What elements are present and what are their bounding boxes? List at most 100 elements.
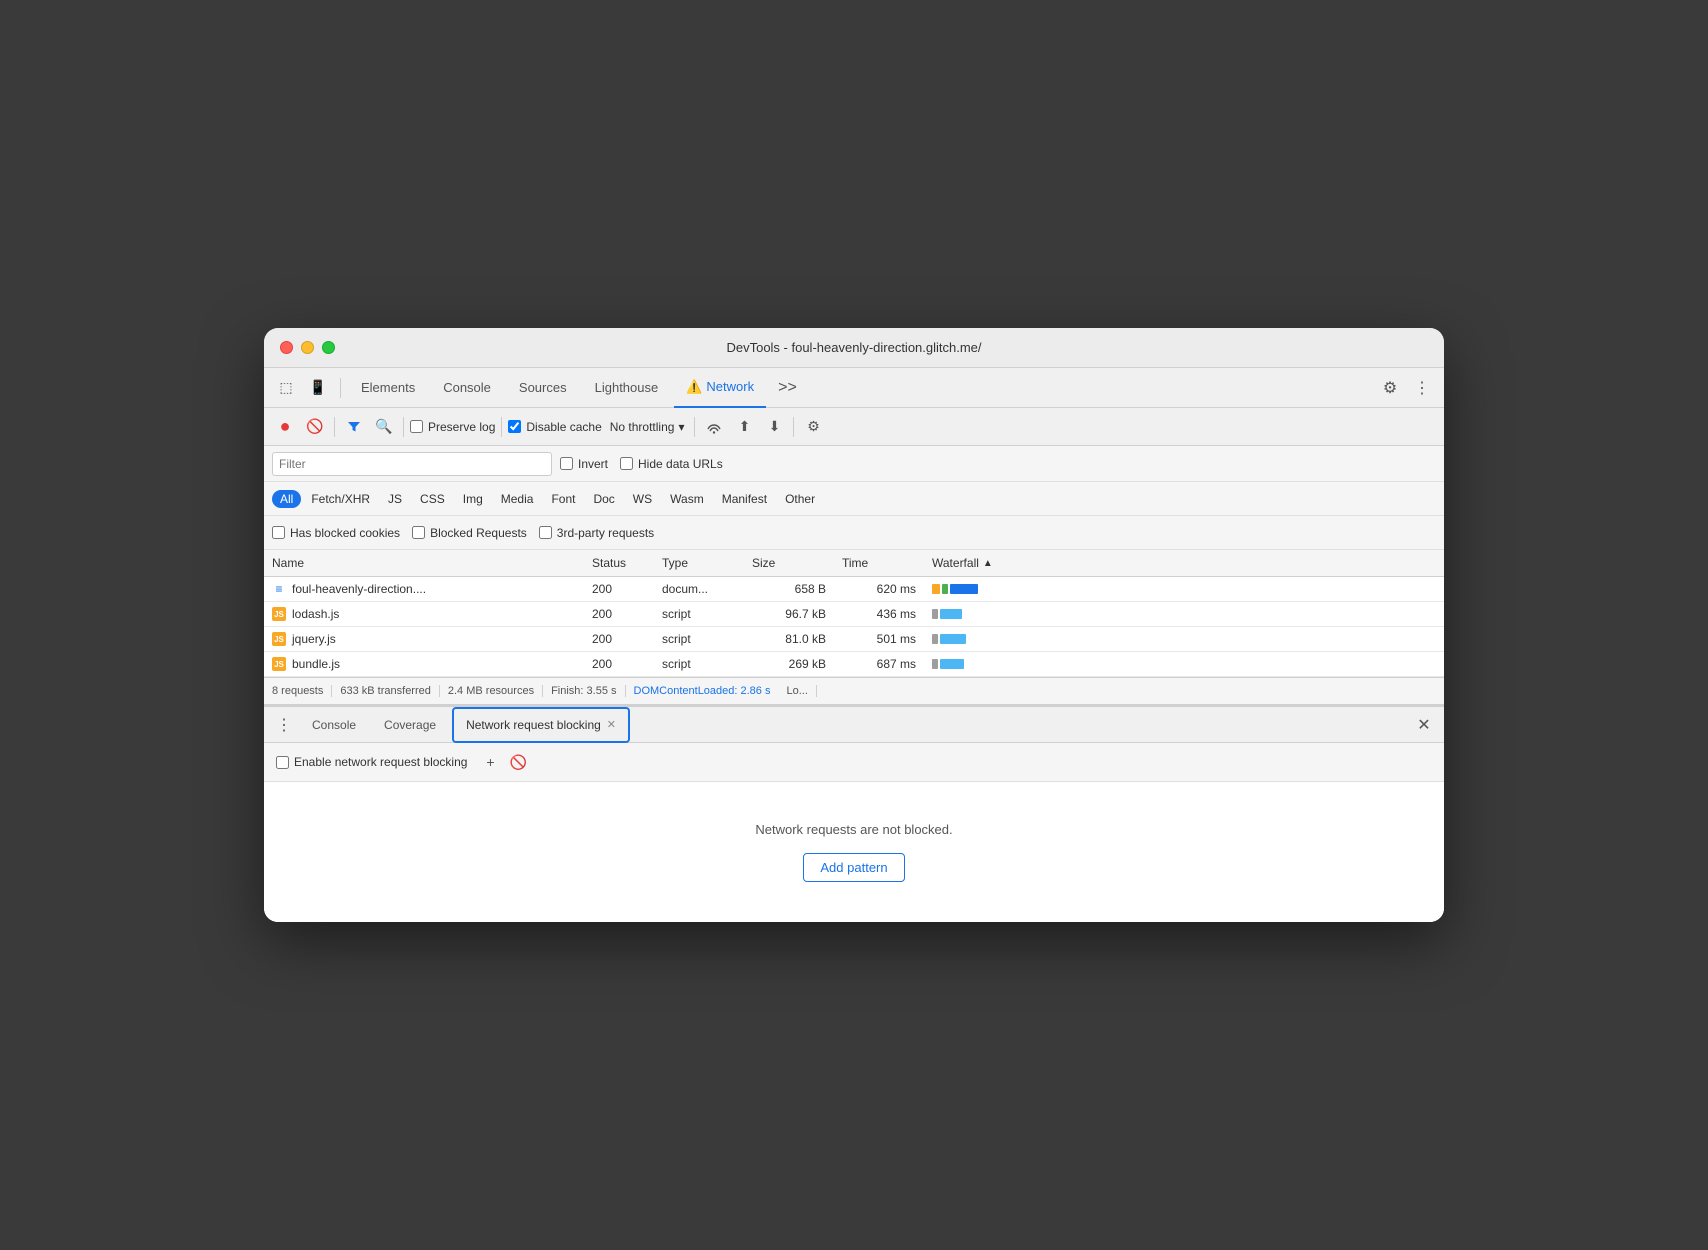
hide-data-urls-checkbox[interactable] [620,457,633,470]
type-filter-js[interactable]: JS [380,490,410,508]
type-filter-media[interactable]: Media [493,490,542,508]
table-body: ≡foul-heavenly-direction....200docum...6… [264,577,1444,677]
record-button[interactable]: ● [272,414,298,440]
table-row[interactable]: ≡foul-heavenly-direction....200docum...6… [264,577,1444,602]
type-filter-font[interactable]: Font [543,490,583,508]
cursor-icon[interactable]: ⬚ [272,374,300,402]
table-row[interactable]: JSjquery.js200script81.0 kB501 ms [264,627,1444,652]
blocking-actions: + 🚫 [479,751,529,773]
tab-separator-1 [340,378,341,398]
invert-checkbox-label[interactable]: Invert [560,457,608,471]
more-options-icon[interactable]: ⋮ [1408,374,1436,402]
tab-elements[interactable]: Elements [349,368,427,408]
preserve-log-checkbox-label[interactable]: Preserve log [410,420,495,434]
network-table-container: Name Status Type Size Time Waterfall ▲ [264,550,1444,677]
add-pattern-button[interactable]: Add pattern [803,853,904,882]
sort-arrow-icon: ▲ [983,558,993,569]
js-icon: JS [272,632,286,646]
table-row[interactable]: JSbundle.js200script269 kB687 ms [264,652,1444,677]
tab-network[interactable]: ⚠️ Network [674,368,766,408]
tab-lighthouse[interactable]: Lighthouse [583,368,671,408]
preserve-log-checkbox[interactable] [410,420,423,433]
type-filter-img[interactable]: Img [455,490,491,508]
type-filter-doc[interactable]: Doc [585,490,622,508]
waterfall-bar [932,634,1436,644]
type-filter-all[interactable]: All [272,490,301,508]
dom-content-loaded: DOMContentLoaded: 2.86 s [626,685,779,697]
js-icon: JS [272,657,286,671]
col-header-name[interactable]: Name [264,550,584,577]
search-button[interactable]: 🔍 [371,414,397,440]
third-party-checkbox[interactable] [539,526,552,539]
toolbar-sep-5 [793,417,794,437]
third-party-label[interactable]: 3rd-party requests [539,526,654,540]
toolbar-sep-4 [694,417,695,437]
tab-bar: ⬚ 📱 Elements Console Sources Lighthouse … [264,368,1444,408]
toolbar-sep-2 [403,417,404,437]
enable-blocking-label[interactable]: Enable network request blocking [276,755,467,769]
remove-all-patterns-btn[interactable]: 🚫 [507,751,529,773]
maximize-button[interactable] [322,341,335,354]
blocked-cookies-label[interactable]: Has blocked cookies [272,526,400,540]
hide-data-urls-checkbox-label[interactable]: Hide data URLs [620,457,723,471]
devtools-window: DevTools - foul-heavenly-direction.glitc… [264,328,1444,922]
title-bar: DevTools - foul-heavenly-direction.glitc… [264,328,1444,368]
network-warning-icon: ⚠️ [686,379,702,395]
col-header-size[interactable]: Size [744,550,834,577]
invert-checkbox[interactable] [560,457,573,470]
blocked-requests-checkbox[interactable] [412,526,425,539]
import-icon[interactable]: ⬆ [731,414,757,440]
traffic-lights [280,341,335,354]
tab-console[interactable]: Console [431,368,503,408]
settings-icon[interactable]: ⚙ [1376,374,1404,402]
bottom-tab-coverage[interactable]: Coverage [372,707,448,743]
throttle-select[interactable]: No throttling ▾ [606,418,689,436]
clear-button[interactable]: 🚫 [302,414,328,440]
bottom-tab-network-request-blocking[interactable]: Network request blocking ✕ [452,707,630,743]
col-header-type[interactable]: Type [654,550,744,577]
bottom-more-icon[interactable]: ⋮ [272,713,296,737]
blocked-cookies-checkbox[interactable] [272,526,285,539]
filter-input[interactable] [272,452,552,476]
transferred-size: 633 kB transferred [332,685,440,697]
finish-time: Finish: 3.55 s [543,685,625,697]
more-tabs-button[interactable]: >> [770,379,805,397]
col-header-waterfall[interactable]: Waterfall ▲ [924,550,1444,577]
type-filter-ws[interactable]: WS [625,490,660,508]
table-row[interactable]: JSlodash.js200script96.7 kB436 ms [264,602,1444,627]
disable-cache-checkbox-label[interactable]: Disable cache [508,420,601,434]
disable-cache-checkbox[interactable] [508,420,521,433]
blocking-panel: Enable network request blocking + 🚫 [264,743,1444,782]
devtools-body: ⬚ 📱 Elements Console Sources Lighthouse … [264,368,1444,922]
extra-filter-bar: Has blocked cookies Blocked Requests 3rd… [264,516,1444,550]
filter-options: Invert Hide data URLs [560,457,723,471]
type-filter-wasm[interactable]: Wasm [662,490,712,508]
tab-sources[interactable]: Sources [507,368,579,408]
col-header-status[interactable]: Status [584,550,654,577]
type-filter-css[interactable]: CSS [412,490,453,508]
requests-count: 8 requests [272,685,332,697]
bottom-tab-bar: ⋮ Console Coverage Network request block… [264,707,1444,743]
waterfall-bar [932,609,1436,619]
load-time: Lo... [778,685,816,697]
add-pattern-icon-btn[interactable]: + [479,751,501,773]
close-button[interactable] [280,341,293,354]
filter-button[interactable] [341,414,367,440]
waterfall-bar [932,584,1436,594]
type-filter-manifest[interactable]: Manifest [714,490,775,508]
bottom-tab-console[interactable]: Console [300,707,368,743]
network-settings-icon[interactable]: ⚙ [800,414,826,440]
status-bar: 8 requests 633 kB transferred 2.4 MB res… [264,677,1444,705]
enable-blocking-checkbox[interactable] [276,756,289,769]
blocked-requests-label[interactable]: Blocked Requests [412,526,527,540]
minimize-button[interactable] [301,341,314,354]
waterfall-bar [932,659,1436,669]
export-icon[interactable]: ⬇ [761,414,787,440]
type-filter-other[interactable]: Other [777,490,823,508]
network-conditions-icon[interactable] [701,414,727,440]
mobile-icon[interactable]: 📱 [304,374,332,402]
close-bottom-panel-button[interactable]: ✕ [1412,713,1436,737]
close-tab-icon[interactable]: ✕ [607,718,616,731]
type-filter-fetch-xhr[interactable]: Fetch/XHR [303,490,378,508]
col-header-time[interactable]: Time [834,550,924,577]
